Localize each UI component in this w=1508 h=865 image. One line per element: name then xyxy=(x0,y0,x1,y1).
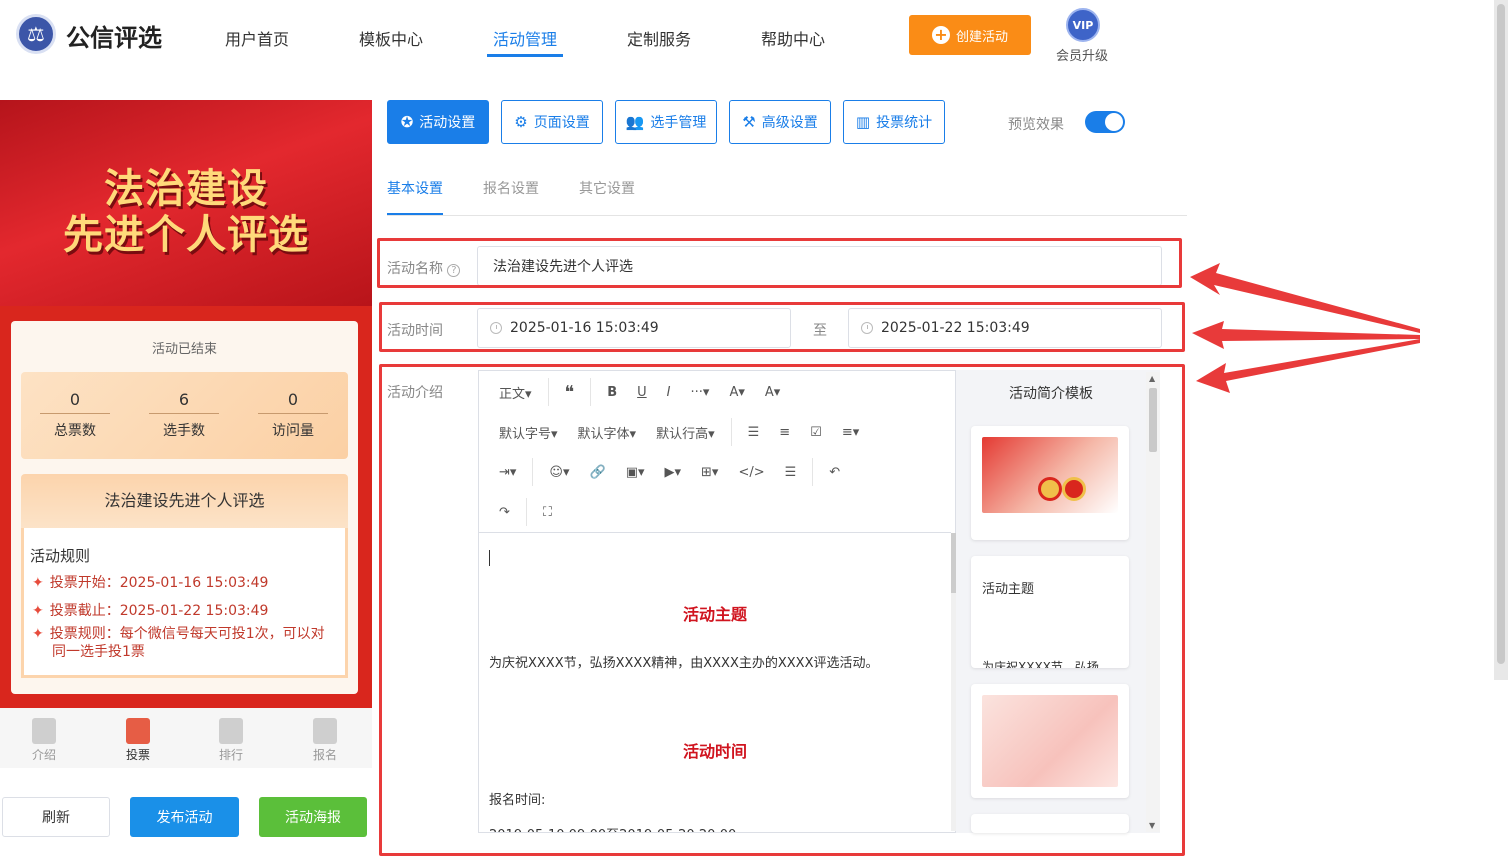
tab-vote[interactable]: 投票 xyxy=(108,718,168,763)
star-icon: ✦ xyxy=(32,575,44,591)
nav-home[interactable]: 用户首页 xyxy=(225,26,289,50)
advanced-settings-button[interactable]: ⚒ 高级设置 xyxy=(729,100,831,144)
document-icon xyxy=(32,718,56,744)
banner-title-line2: 先进个人评选 xyxy=(63,212,309,258)
page-scrollbar[interactable] xyxy=(1494,0,1508,680)
bar-chart-icon: ▥ xyxy=(855,113,871,131)
tab-signup[interactable]: 报名 xyxy=(295,718,355,763)
gear-icon: ⚙ xyxy=(514,113,528,131)
vip-icon[interactable]: VIP xyxy=(1066,8,1100,42)
vote-statistics-button[interactable]: ▥ 投票统计 xyxy=(843,100,945,144)
home-icon xyxy=(126,718,150,744)
highlight-box xyxy=(379,302,1185,352)
preview-toggle[interactable] xyxy=(1085,111,1125,133)
settings-sliders-icon: ⚒ xyxy=(742,113,756,131)
subtab-basic[interactable]: 基本设置 xyxy=(387,178,443,198)
crown-icon xyxy=(219,718,243,744)
subtab-signup[interactable]: 报名设置 xyxy=(483,178,539,198)
page-settings-button[interactable]: ⚙ 页面设置 xyxy=(501,100,603,144)
star-icon: ✦ xyxy=(32,603,44,619)
activity-settings-button[interactable]: ✪ 活动设置 xyxy=(387,100,489,144)
nav-custom-service[interactable]: 定制服务 xyxy=(627,26,691,50)
preview-toggle-label: 预览效果 xyxy=(1008,117,1064,133)
annotation-arrows xyxy=(1190,263,1420,393)
rule-item: ✦ 投票开始：2025-01-16 15:03:49 xyxy=(32,575,269,591)
plus-icon: + xyxy=(931,26,950,44)
activity-banner: 法治建设 先进个人评选 xyxy=(0,100,372,306)
stats-panel: 0 总票数 6 选手数 0 访问量 xyxy=(21,372,348,459)
nav-active-indicator xyxy=(487,54,563,57)
create-activity-label: 创建活动 xyxy=(955,29,1008,45)
brand-name[interactable]: 公信评选 xyxy=(66,18,162,53)
rule-item-continued: 同一选手投1票 xyxy=(52,644,145,660)
tab-ranking[interactable]: 排行 xyxy=(201,718,261,763)
subtab-active-indicator xyxy=(387,213,443,215)
tab-intro[interactable]: 介绍 xyxy=(14,718,74,763)
publish-button[interactable]: 发布活动 xyxy=(130,797,239,837)
subtab-divider xyxy=(387,215,1187,216)
create-activity-button[interactable]: + 创建活动 xyxy=(909,15,1031,55)
stat-contestants: 6 选手数 xyxy=(149,390,219,440)
rule-item: ✦ 投票截止：2025-01-22 15:03:49 xyxy=(32,603,269,619)
rule-item: ✦ 投票规则：每个微信号每天可投1次，可以对 xyxy=(32,626,325,642)
stat-total-votes: 0 总票数 xyxy=(40,390,110,440)
nav-help[interactable]: 帮助中心 xyxy=(761,26,825,50)
stat-visits: 0 访问量 xyxy=(258,390,328,440)
subtab-other[interactable]: 其它设置 xyxy=(579,178,635,198)
preview-tabbar: 介绍 投票 排行 报名 xyxy=(0,708,372,768)
user-icon xyxy=(313,718,337,744)
highlight-box xyxy=(379,364,1185,856)
contestant-management-button[interactable]: 👥 选手管理 xyxy=(615,100,717,144)
users-icon: 👥 xyxy=(625,113,645,131)
poster-button[interactable]: 活动海报 xyxy=(259,797,367,837)
nav-templates[interactable]: 模板中心 xyxy=(359,26,423,50)
star-icon: ✦ xyxy=(32,626,44,642)
activity-title: 法治建设先进个人评选 xyxy=(21,474,348,528)
rules-heading: 活动规则 xyxy=(30,547,91,565)
logo-icon[interactable]: ⚖ xyxy=(16,14,56,54)
highlight-box xyxy=(377,238,1182,288)
nav-activity-management[interactable]: 活动管理 xyxy=(493,26,557,50)
refresh-button[interactable]: 刷新 xyxy=(2,797,110,837)
star-circle-icon: ✪ xyxy=(400,113,414,131)
vip-upgrade-link[interactable]: 会员升级 xyxy=(1056,45,1108,64)
activity-status: 活动已结束 xyxy=(151,342,217,357)
